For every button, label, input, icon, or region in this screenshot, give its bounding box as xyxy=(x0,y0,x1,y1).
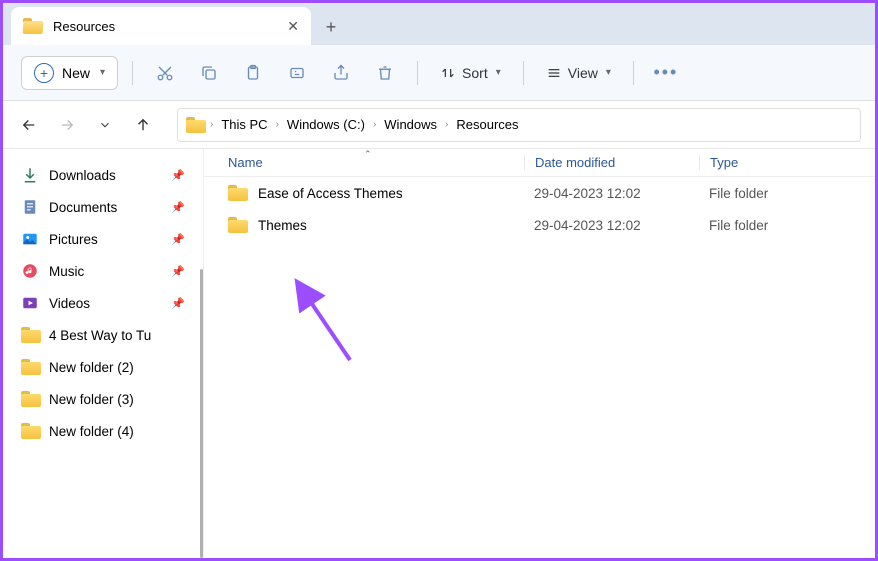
toolbar: + New ▾ Sort ▾ View ▾ ••• xyxy=(3,45,875,101)
breadcrumb-drive[interactable]: Windows (C:) xyxy=(283,115,369,134)
pin-icon: 📌 xyxy=(171,233,185,246)
pictures-icon xyxy=(21,230,39,248)
sidebar-item-label: New folder (2) xyxy=(49,360,134,375)
sort-icon xyxy=(440,65,456,81)
folder-icon xyxy=(228,217,248,233)
sidebar-item-music[interactable]: Music 📌 xyxy=(11,255,195,287)
new-button[interactable]: + New ▾ xyxy=(21,56,118,90)
address-bar[interactable]: › This PC › Windows (C:) › Windows › Res… xyxy=(177,108,861,142)
chevron-right-icon: › xyxy=(210,119,213,130)
new-label: New xyxy=(62,65,90,81)
sidebar-item-label: 4 Best Way to Tu xyxy=(49,328,151,343)
file-type: File folder xyxy=(699,186,829,201)
music-icon xyxy=(21,262,39,280)
sort-indicator-icon: ⌃ xyxy=(364,149,372,160)
delete-icon[interactable] xyxy=(367,55,403,91)
add-tab-button[interactable]: + xyxy=(311,9,351,45)
column-type[interactable]: Type xyxy=(699,155,829,170)
column-headers: ⌃ Name Date modified Type xyxy=(204,149,875,177)
file-name: Ease of Access Themes xyxy=(258,186,403,201)
back-button[interactable] xyxy=(17,113,41,137)
folder-icon xyxy=(186,117,206,133)
column-date[interactable]: Date modified xyxy=(524,155,699,170)
column-name[interactable]: ⌃ Name xyxy=(204,155,524,170)
sort-button[interactable]: Sort ▾ xyxy=(432,61,509,85)
sidebar-item-4best[interactable]: 4 Best Way to Tu xyxy=(11,319,195,351)
download-icon xyxy=(21,166,39,184)
folder-icon xyxy=(21,390,39,408)
sidebar-item-label: Videos xyxy=(49,296,90,311)
sidebar-item-downloads[interactable]: Downloads 📌 xyxy=(11,159,195,191)
sort-label: Sort xyxy=(462,65,488,81)
pin-icon: 📌 xyxy=(171,169,185,182)
sidebar-item-nf3[interactable]: New folder (3) xyxy=(11,383,195,415)
view-label: View xyxy=(568,65,598,81)
file-name: Themes xyxy=(258,218,307,233)
forward-button[interactable] xyxy=(55,113,79,137)
view-button[interactable]: View ▾ xyxy=(538,61,619,85)
main-area: Downloads📌Documents📌Pictures📌Music📌Video… xyxy=(3,149,875,558)
up-button[interactable] xyxy=(131,113,155,137)
chevron-right-icon: › xyxy=(445,119,448,130)
table-row[interactable]: Ease of Access Themes 29-04-2023 12:02Fil… xyxy=(204,177,875,209)
sidebar-item-label: Documents xyxy=(49,200,117,215)
sidebar-item-nf4[interactable]: New folder (4) xyxy=(11,415,195,447)
file-type: File folder xyxy=(699,218,829,233)
copy-icon[interactable] xyxy=(191,55,227,91)
sidebar-item-label: New folder (4) xyxy=(49,424,134,439)
breadcrumb-resources[interactable]: Resources xyxy=(452,115,522,134)
chevron-down-icon: ▾ xyxy=(496,67,501,78)
breadcrumb-windows[interactable]: Windows xyxy=(380,115,441,134)
document-icon xyxy=(21,198,39,216)
breadcrumb-this-pc[interactable]: This PC xyxy=(217,115,271,134)
pin-icon: 📌 xyxy=(171,265,185,278)
sidebar-item-pictures[interactable]: Pictures 📌 xyxy=(11,223,195,255)
sidebar-item-label: New folder (3) xyxy=(49,392,134,407)
videos-icon xyxy=(21,294,39,312)
file-date: 29-04-2023 12:02 xyxy=(524,218,699,233)
divider xyxy=(523,61,524,85)
chevron-right-icon: › xyxy=(373,119,376,130)
chevron-down-icon: ▾ xyxy=(100,67,105,78)
chevron-right-icon: › xyxy=(276,119,279,130)
file-date: 29-04-2023 12:02 xyxy=(524,186,699,201)
sidebar-item-videos[interactable]: Videos 📌 xyxy=(11,287,195,319)
sidebar-item-label: Music xyxy=(49,264,84,279)
folder-icon xyxy=(23,18,43,34)
file-list: ⌃ Name Date modified Type Ease of Access… xyxy=(203,149,875,558)
folder-icon xyxy=(228,185,248,201)
tab-resources[interactable]: Resources ✕ xyxy=(11,7,311,45)
divider xyxy=(417,61,418,85)
plus-circle-icon: + xyxy=(34,63,54,83)
sidebar-item-nf2[interactable]: New folder (2) xyxy=(11,351,195,383)
tab-title: Resources xyxy=(53,19,115,34)
sidebar-item-documents[interactable]: Documents 📌 xyxy=(11,191,195,223)
view-icon xyxy=(546,65,562,81)
sidebar-item-label: Pictures xyxy=(49,232,98,247)
chevron-down-icon: ▾ xyxy=(606,67,611,78)
table-row[interactable]: Themes 29-04-2023 12:02File folder xyxy=(204,209,875,241)
recent-dropdown[interactable] xyxy=(93,113,117,137)
pin-icon: 📌 xyxy=(171,297,185,310)
cut-icon[interactable] xyxy=(147,55,183,91)
rename-icon[interactable] xyxy=(279,55,315,91)
tab-bar: Resources ✕ + xyxy=(3,3,875,45)
sidebar-item-label: Downloads xyxy=(49,168,116,183)
paste-icon[interactable] xyxy=(235,55,271,91)
share-icon[interactable] xyxy=(323,55,359,91)
divider xyxy=(132,61,133,85)
folder-icon xyxy=(21,422,39,440)
close-icon[interactable]: ✕ xyxy=(287,18,299,35)
folder-icon xyxy=(21,326,39,344)
folder-icon xyxy=(21,358,39,376)
scrollbar[interactable] xyxy=(200,269,203,558)
sidebar: Downloads📌Documents📌Pictures📌Music📌Video… xyxy=(3,149,203,558)
nav-bar: › This PC › Windows (C:) › Windows › Res… xyxy=(3,101,875,149)
divider xyxy=(633,61,634,85)
more-button[interactable]: ••• xyxy=(648,55,684,91)
pin-icon: 📌 xyxy=(171,201,185,214)
column-name-label: Name xyxy=(228,155,263,170)
